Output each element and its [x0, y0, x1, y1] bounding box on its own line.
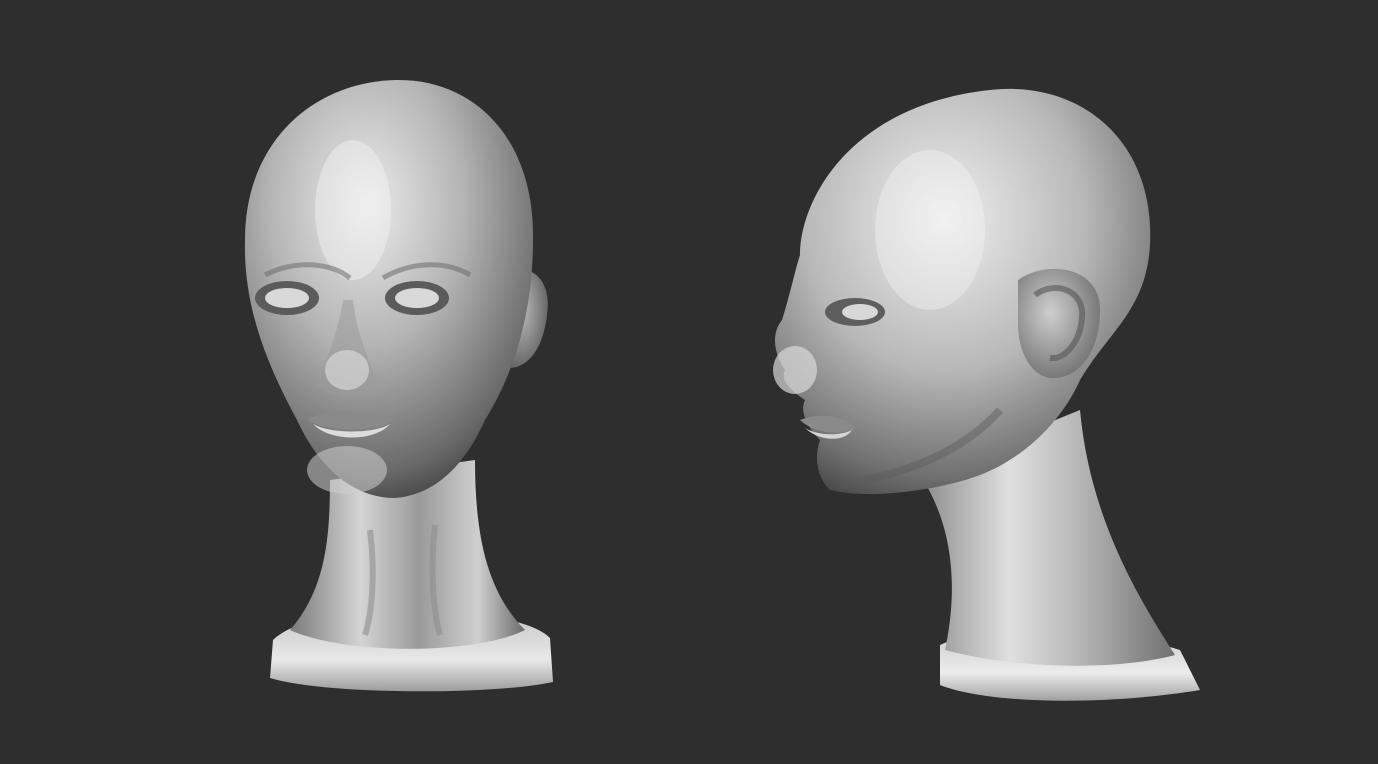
head-front-view[interactable]: [235, 70, 565, 700]
3d-viewport[interactable]: [0, 0, 1378, 764]
head-front-render: [244, 79, 553, 692]
head-profile-view[interactable]: [760, 80, 1220, 705]
head-profile-render: [773, 88, 1200, 701]
